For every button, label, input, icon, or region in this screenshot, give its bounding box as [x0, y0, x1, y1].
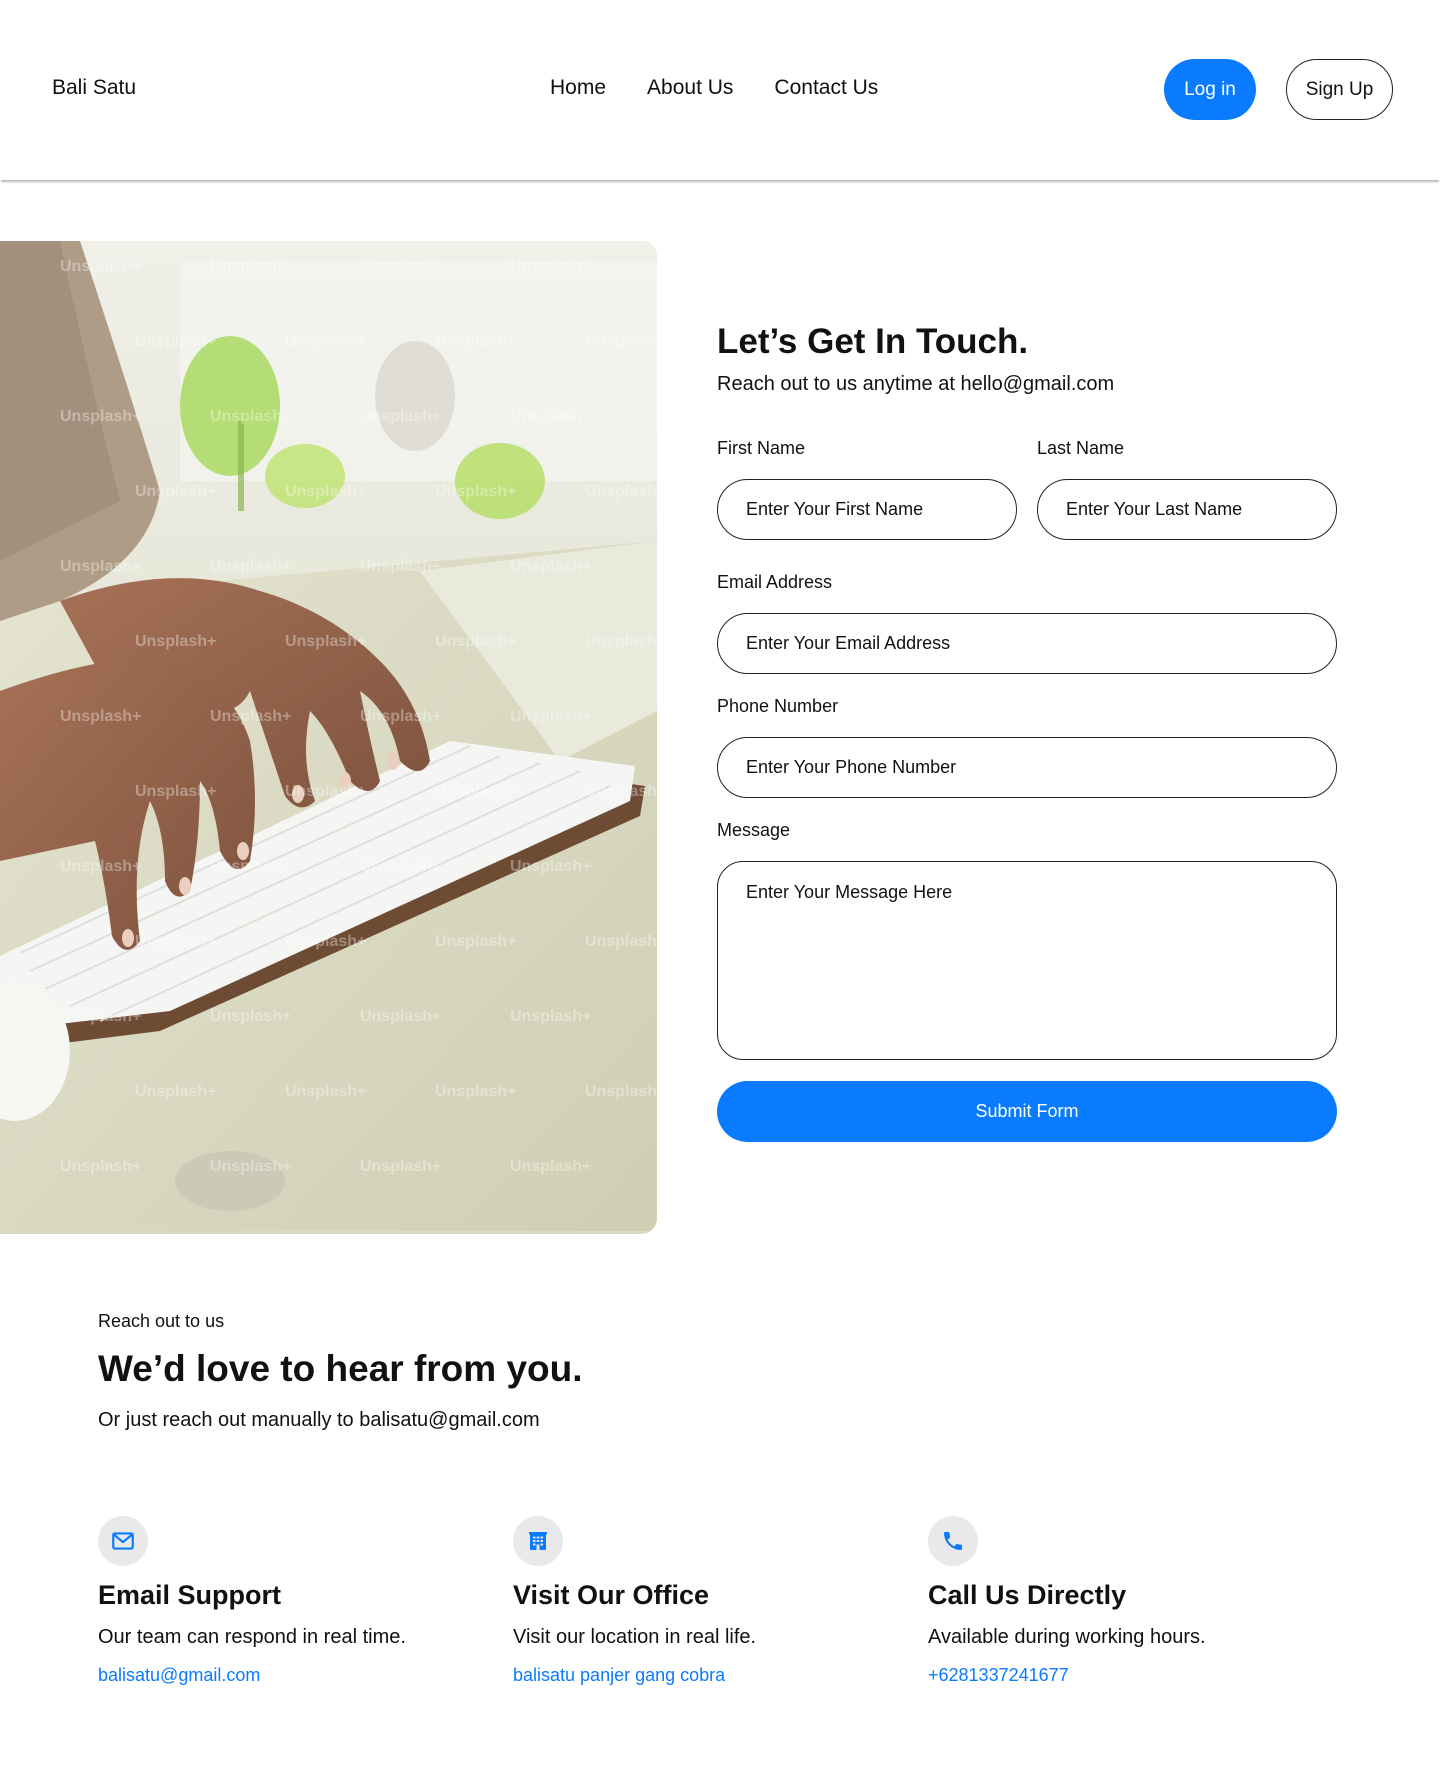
site-header: Bali Satu Home About Us Contact Us Log i…	[0, 0, 1440, 180]
form-title: Let’s Get In Touch.	[717, 322, 1029, 361]
email-support-card: Email Support Our team can respond in re…	[98, 1516, 478, 1686]
watermark-text: Unsplash+	[360, 708, 441, 725]
phone-icon	[928, 1516, 978, 1566]
card-description: Our team can respond in real time.	[98, 1626, 406, 1648]
form-subtitle: Reach out to us anytime at hello@gmail.c…	[717, 373, 1115, 395]
watermark-text: Unsplash+	[585, 1083, 657, 1100]
watermark-text: Unsplash+	[435, 933, 516, 950]
watermark-text: Unsplash+	[285, 783, 366, 800]
watermark-text: Unsplash+	[360, 1008, 441, 1025]
watermark-text: Unsplash+	[210, 1008, 291, 1025]
reach-kicker: Reach out to us	[98, 1311, 225, 1331]
watermark-text: Unsplash+	[60, 558, 141, 575]
watermark-text: Unsplash+	[510, 708, 591, 725]
watermark-text: Unsplash+	[60, 258, 141, 275]
watermark-text: Unsplash+	[360, 858, 441, 875]
watermark-text: Unsplash+	[510, 858, 591, 875]
watermark-text: Unsplash+	[585, 483, 657, 500]
message-field[interactable]	[717, 861, 1337, 1060]
main-nav: Home About Us Contact Us	[550, 76, 878, 100]
watermark-text: Unsplash+	[60, 1158, 141, 1175]
reach-title: We’d love to hear from you.	[98, 1348, 583, 1389]
nav-contact-us[interactable]: Contact Us	[774, 76, 878, 100]
visit-office-card: Visit Our Office Visit our location in r…	[513, 1516, 893, 1686]
watermark-text: Unsplash+	[210, 408, 291, 425]
last-name-label: Last Name	[1037, 438, 1125, 458]
watermark-text: Unsplash+	[585, 933, 657, 950]
watermark-text: Unsplash+	[135, 783, 216, 800]
watermark-text: Unsplash+	[435, 783, 516, 800]
typing-hands-illustration: Unsplash+ Unsplash+ Unsplash+ Unsplash+ …	[0, 241, 657, 1234]
message-label: Message	[717, 820, 791, 840]
watermark-text: Unsplash+	[435, 333, 516, 350]
watermark-text: Unsplash+	[210, 258, 291, 275]
watermark-text: Unsplash+	[135, 633, 216, 650]
mail-icon	[98, 1516, 148, 1566]
watermark-text: Unsplash+	[210, 1158, 291, 1175]
watermark-text: Unsplash+	[435, 483, 516, 500]
watermark-text: Unsplash+	[585, 783, 657, 800]
watermark-text: Unsplash+	[60, 408, 141, 425]
watermark-text: Unsplash+	[285, 333, 366, 350]
watermark-text: Unsplash+	[285, 933, 366, 950]
nav-about-us[interactable]: About Us	[647, 76, 733, 100]
login-button[interactable]: Log in	[1164, 59, 1256, 120]
watermark-text: Unsplash+	[285, 633, 366, 650]
first-name-label: First Name	[717, 438, 806, 458]
watermark-text: Unsplash+	[360, 558, 441, 575]
nav-home[interactable]: Home	[550, 76, 606, 100]
watermark-text: Unsplash+	[135, 333, 216, 350]
card-title: Visit Our Office	[513, 1580, 710, 1610]
hero-photo: Unsplash+ Unsplash+ Unsplash+ Unsplash+ …	[0, 241, 657, 1234]
phone-field[interactable]	[717, 737, 1337, 798]
submit-form-button[interactable]: Submit Form	[717, 1081, 1337, 1142]
watermark-text: Unsplash+	[585, 333, 657, 350]
watermark-text: Unsplash+	[360, 1158, 441, 1175]
email-link[interactable]: balisatu@gmail.com	[98, 1665, 478, 1686]
watermark-text: Unsplash+	[60, 1008, 141, 1025]
watermark-text: Unsplash+	[210, 558, 291, 575]
watermark-text: Unsplash+	[285, 1083, 366, 1100]
watermark-text: Unsplash+	[135, 1083, 216, 1100]
watermark-text: Unsplash+	[60, 858, 141, 875]
watermark-text: Unsplash+	[210, 708, 291, 725]
card-title: Call Us Directly	[928, 1580, 1127, 1610]
signup-button[interactable]: Sign Up	[1286, 59, 1393, 120]
watermark-text: Unsplash+	[510, 1158, 591, 1175]
brand-logo[interactable]: Bali Satu	[52, 76, 136, 100]
first-name-field[interactable]	[717, 479, 1017, 540]
email-label: Email Address	[717, 572, 833, 592]
phone-label: Phone Number	[717, 696, 839, 716]
card-description: Visit our location in real life.	[513, 1626, 757, 1648]
watermark-text: Unsplash+	[510, 558, 591, 575]
watermark-text: Unsplash+	[285, 483, 366, 500]
watermark-text: Unsplash+	[510, 408, 591, 425]
card-description: Available during working hours.	[928, 1626, 1206, 1648]
watermark-text: Unsplash+	[435, 633, 516, 650]
watermark-text: Unsplash+	[360, 408, 441, 425]
email-field[interactable]	[717, 613, 1337, 674]
reach-subtitle: Or just reach out manually to balisatu@g…	[98, 1409, 540, 1431]
call-us-card: Call Us Directly Available during workin…	[928, 1516, 1308, 1686]
watermark-text: Unsplash+	[360, 258, 441, 275]
building-icon	[513, 1516, 563, 1566]
last-name-field[interactable]	[1037, 479, 1337, 540]
watermark-text: Unsplash+	[510, 258, 591, 275]
watermark-text: Unsplash+	[435, 1083, 516, 1100]
watermark-text: Unsplash+	[210, 858, 291, 875]
office-address-link[interactable]: balisatu panjer gang cobra	[513, 1665, 893, 1686]
phone-link[interactable]: +6281337241677	[928, 1665, 1308, 1686]
watermark-text: Unsplash+	[60, 708, 141, 725]
card-title: Email Support	[98, 1580, 282, 1610]
watermark-text: Unsplash+	[510, 1008, 591, 1025]
watermark-text: Unsplash+	[135, 483, 216, 500]
watermark-text: Unsplash+	[135, 933, 216, 950]
watermark-text: Unsplash+	[585, 633, 657, 650]
